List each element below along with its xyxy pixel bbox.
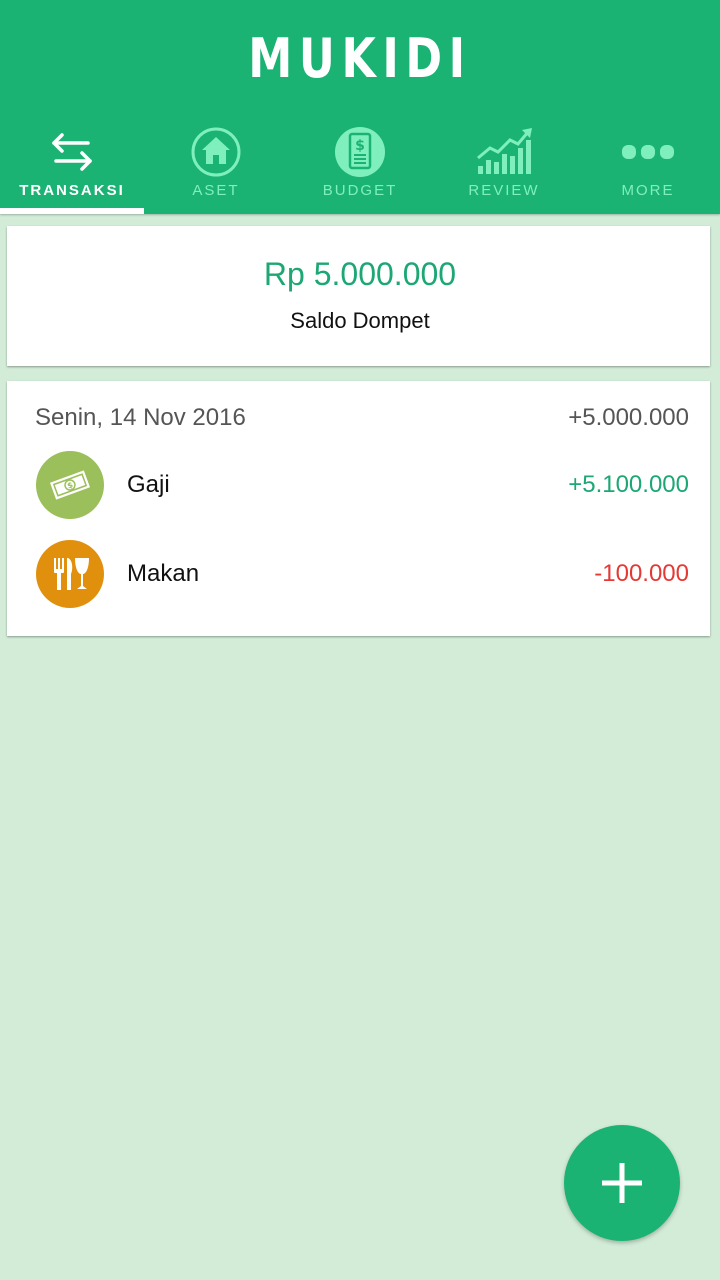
growth-chart-icon — [474, 126, 534, 178]
day-total: +5.000.000 — [568, 404, 689, 431]
tab-label: ASET — [192, 182, 240, 199]
app-title: MUKIDI — [248, 27, 472, 90]
wallet-balance-label: Saldo Dompet — [290, 308, 430, 333]
transaction-amount: -100.000 — [594, 560, 689, 587]
cutlery-icon — [36, 540, 104, 608]
add-transaction-button[interactable] — [564, 1125, 680, 1241]
wallet-balance-card[interactable] — [7, 226, 710, 366]
plus-icon — [602, 1163, 642, 1203]
tab-bar: TRANSAKSI ASET $ BUDGET REVIEW MORE — [0, 120, 720, 214]
tab-aset[interactable]: ASET — [144, 120, 288, 214]
tab-transaksi[interactable]: TRANSAKSI — [0, 120, 144, 214]
tab-review[interactable]: REVIEW — [432, 120, 576, 214]
transaction-name: Makan — [127, 560, 200, 587]
dollar-document-icon: $ — [334, 126, 386, 178]
transaction-row-makan[interactable]: Makan -100.000 — [7, 534, 710, 614]
wallet-balance-amount: Rp 5.000.000 — [263, 256, 457, 292]
transaction-row-gaji[interactable]: $ Gaji +5.100.000 — [7, 445, 710, 525]
svg-text:$: $ — [355, 138, 365, 154]
tab-label: REVIEW — [468, 182, 540, 199]
active-tab-indicator — [0, 208, 144, 214]
transaction-amount: +5.100.000 — [568, 471, 689, 498]
more-dots-icon — [621, 126, 675, 178]
tab-label: MORE — [621, 182, 675, 199]
app-header: MUKIDI TRANSAKSI ASET $ BUDGET REVIEW MO… — [0, 0, 720, 214]
tab-label: TRANSAKSI — [19, 182, 125, 199]
tab-budget[interactable]: $ BUDGET — [288, 120, 432, 214]
money-icon: $ — [36, 451, 104, 519]
swap-arrows-icon — [50, 126, 94, 178]
day-date-label: Senin, 14 Nov 2016 — [35, 404, 246, 431]
transaction-name: Gaji — [127, 471, 170, 498]
house-icon — [190, 126, 242, 178]
tab-more[interactable]: MORE — [576, 120, 720, 214]
tab-label: BUDGET — [322, 182, 398, 199]
